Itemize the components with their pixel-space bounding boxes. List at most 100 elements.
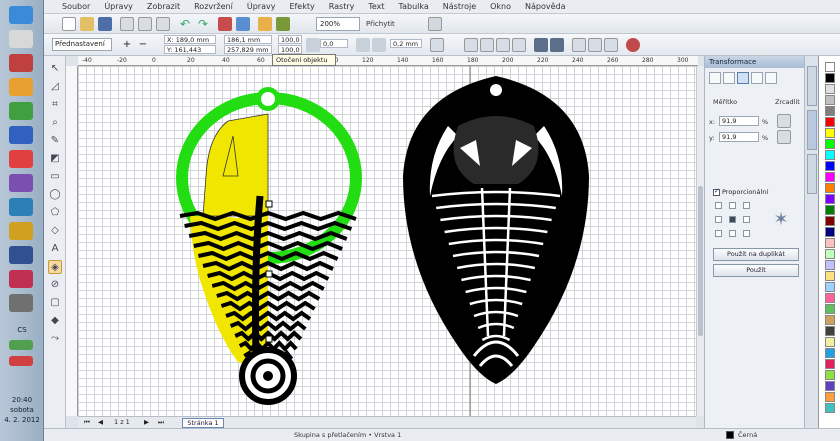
- rectangle-tool-icon[interactable]: ▭: [48, 170, 62, 184]
- color-swatch[interactable]: [825, 172, 835, 182]
- anchor-point[interactable]: [715, 230, 722, 237]
- taskbar-app-icon[interactable]: [9, 294, 33, 312]
- drawing-canvas[interactable]: [78, 66, 696, 416]
- scale-y-field[interactable]: 100,0: [278, 45, 302, 54]
- undo-icon[interactable]: ↶: [178, 17, 192, 31]
- taskbar-app-icon[interactable]: [9, 270, 33, 288]
- menu-item[interactable]: Úpravy: [247, 2, 276, 11]
- menu-item[interactable]: Rozvržení: [194, 2, 233, 11]
- cut-icon[interactable]: [120, 17, 134, 31]
- color-swatch[interactable]: [825, 161, 835, 171]
- taskbar-app-icon[interactable]: [9, 246, 33, 264]
- shape-tool-icon[interactable]: ◿: [48, 80, 62, 94]
- color-swatch[interactable]: [825, 84, 835, 94]
- anchor-point[interactable]: [743, 202, 750, 209]
- color-swatch[interactable]: [825, 282, 835, 292]
- menu-item[interactable]: Soubor: [62, 2, 90, 11]
- create-boundary-icon[interactable]: [626, 38, 640, 52]
- paste-icon[interactable]: [156, 17, 170, 31]
- vertical-scrollbar[interactable]: [696, 66, 704, 416]
- menu-item[interactable]: Rastry: [329, 2, 355, 11]
- zoom-tool-icon[interactable]: ⌕: [48, 116, 62, 130]
- text-tool-icon[interactable]: A: [48, 242, 62, 256]
- color-swatch[interactable]: [825, 392, 835, 402]
- to-front-icon[interactable]: [464, 38, 478, 52]
- mirror-vertical-button[interactable]: [777, 130, 791, 144]
- position-x-field[interactable]: X: 189,0 mm: [164, 35, 216, 44]
- anchor-point[interactable]: [729, 202, 736, 209]
- weld-icon[interactable]: [572, 38, 586, 52]
- tab-skew[interactable]: [765, 72, 777, 84]
- color-swatch[interactable]: [825, 337, 835, 347]
- height-field[interactable]: 257,829 mm: [224, 45, 272, 54]
- connector-tool-icon[interactable]: ⤳: [48, 332, 62, 346]
- apply-to-duplicate-button[interactable]: Použít na duplikát: [713, 248, 799, 261]
- color-swatch[interactable]: [825, 216, 835, 226]
- save-icon[interactable]: [98, 17, 112, 31]
- clock-time[interactable]: 20:40: [2, 396, 42, 404]
- color-swatch[interactable]: [825, 205, 835, 215]
- color-swatch[interactable]: [825, 117, 835, 127]
- menu-item[interactable]: Text: [368, 2, 384, 11]
- scale-y-input[interactable]: 91,9: [719, 132, 759, 142]
- color-swatch[interactable]: [825, 95, 835, 105]
- crop-tool-icon[interactable]: ⌗: [48, 98, 62, 112]
- color-swatch[interactable]: [825, 359, 835, 369]
- welcome-screen-icon[interactable]: [276, 17, 290, 31]
- open-folder-icon[interactable]: [80, 17, 94, 31]
- taskbar-app-icon[interactable]: [9, 150, 33, 168]
- color-swatch[interactable]: [825, 194, 835, 204]
- last-page-icon[interactable]: ⏭: [158, 417, 164, 428]
- copy-icon[interactable]: [138, 17, 152, 31]
- ellipse-tool-icon[interactable]: ◯: [48, 188, 62, 202]
- width-field[interactable]: 186,1 mm: [224, 35, 272, 44]
- color-swatch[interactable]: [825, 62, 835, 72]
- remove-preset-icon[interactable]: −: [136, 38, 150, 52]
- zoom-level-select[interactable]: 200%: [316, 17, 360, 31]
- intersect-icon[interactable]: [604, 38, 618, 52]
- docker-title[interactable]: Transformace: [705, 56, 805, 68]
- fill-tool-icon[interactable]: ◆: [48, 314, 62, 328]
- language-indicator[interactable]: CS: [2, 326, 42, 334]
- export-icon[interactable]: [236, 17, 250, 31]
- tab-rotate[interactable]: [723, 72, 735, 84]
- apply-button[interactable]: Použít: [713, 264, 799, 277]
- group-icon[interactable]: [496, 38, 510, 52]
- tab-size[interactable]: [751, 72, 763, 84]
- pick-tool-icon[interactable]: ↖: [48, 62, 62, 76]
- menu-item[interactable]: Nápověda: [525, 2, 566, 11]
- fill-color-swatch[interactable]: [726, 431, 734, 439]
- taskbar-app-icon[interactable]: [9, 102, 33, 120]
- anchor-point[interactable]: [715, 202, 722, 209]
- color-swatch[interactable]: [825, 227, 835, 237]
- proportional-checkbox[interactable]: Proporcionální: [713, 187, 768, 196]
- lock-ratio-icon[interactable]: [306, 38, 320, 52]
- next-page-icon[interactable]: ▶: [144, 417, 149, 428]
- taskbar-app-icon[interactable]: [9, 78, 33, 96]
- menu-item[interactable]: Tabulka: [399, 2, 429, 11]
- to-back-icon[interactable]: [480, 38, 494, 52]
- preset-select[interactable]: Přednastavení: [52, 38, 112, 51]
- start-button-icon[interactable]: [9, 6, 33, 24]
- trim-icon[interactable]: [588, 38, 602, 52]
- scrollbar-thumb[interactable]: [698, 186, 703, 336]
- tab-scale-mirror[interactable]: [737, 72, 749, 84]
- ungroup-icon[interactable]: [512, 38, 526, 52]
- rotation-angle-field[interactable]: 0,0: [320, 39, 348, 48]
- color-swatch[interactable]: [825, 271, 835, 281]
- eyedropper-tool-icon[interactable]: ⊘: [48, 278, 62, 292]
- color-swatch[interactable]: [825, 260, 835, 270]
- side-tab-transform[interactable]: [807, 110, 817, 150]
- prev-page-icon[interactable]: ◀: [98, 417, 103, 428]
- taskbar-app-icon[interactable]: [9, 54, 33, 72]
- color-swatch[interactable]: [825, 139, 835, 149]
- anchor-point[interactable]: [743, 216, 750, 223]
- position-y-field[interactable]: Y: 161,443 mm: [164, 45, 216, 63]
- color-swatch[interactable]: [825, 293, 835, 303]
- color-swatch[interactable]: [825, 183, 835, 193]
- vertical-ruler[interactable]: [66, 66, 78, 416]
- taskbar-app-icon[interactable]: [9, 174, 33, 192]
- interactive-fill-tool-icon[interactable]: ◈: [48, 260, 62, 274]
- taskbar-app-icon[interactable]: [9, 30, 33, 48]
- outline-width-field[interactable]: 0,2 mm: [390, 39, 422, 48]
